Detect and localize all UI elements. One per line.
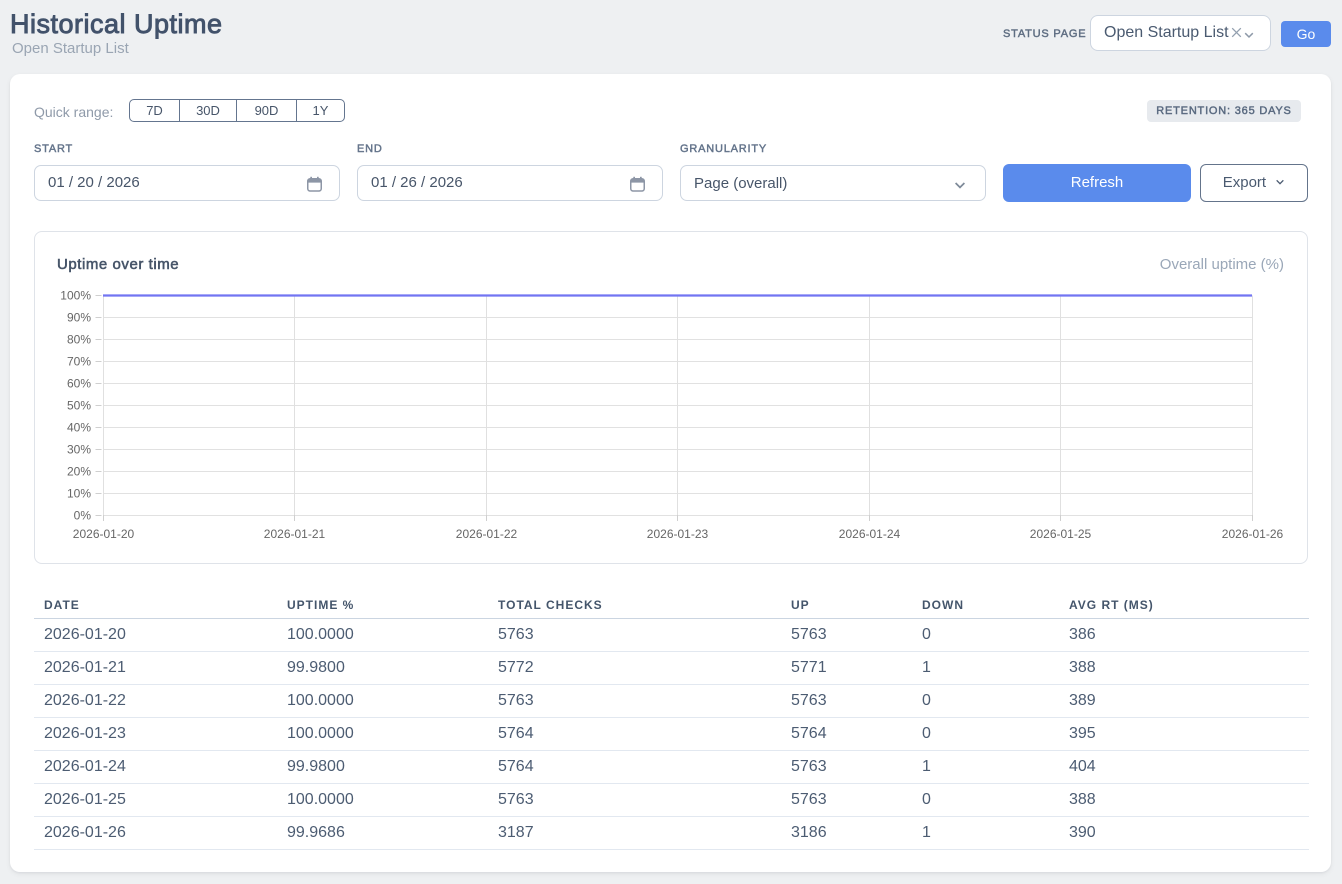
svg-text:10%: 10% [67,487,91,501]
svg-text:2026-01-25: 2026-01-25 [1030,527,1092,541]
svg-text:2026-01-22: 2026-01-22 [456,527,518,541]
svg-text:20%: 20% [67,465,91,479]
svg-text:70%: 70% [67,355,91,369]
svg-text:100%: 100% [60,289,91,303]
svg-text:2026-01-21: 2026-01-21 [264,527,326,541]
svg-text:50%: 50% [67,399,91,413]
svg-text:60%: 60% [67,377,91,391]
svg-text:0%: 0% [74,509,92,523]
svg-text:80%: 80% [67,333,91,347]
svg-text:2026-01-24: 2026-01-24 [839,527,901,541]
svg-text:40%: 40% [67,421,91,435]
svg-text:2026-01-26: 2026-01-26 [1222,527,1284,541]
svg-text:2026-01-20: 2026-01-20 [73,527,135,541]
svg-text:90%: 90% [67,311,91,325]
svg-text:2026-01-23: 2026-01-23 [647,527,709,541]
svg-text:30%: 30% [67,443,91,457]
